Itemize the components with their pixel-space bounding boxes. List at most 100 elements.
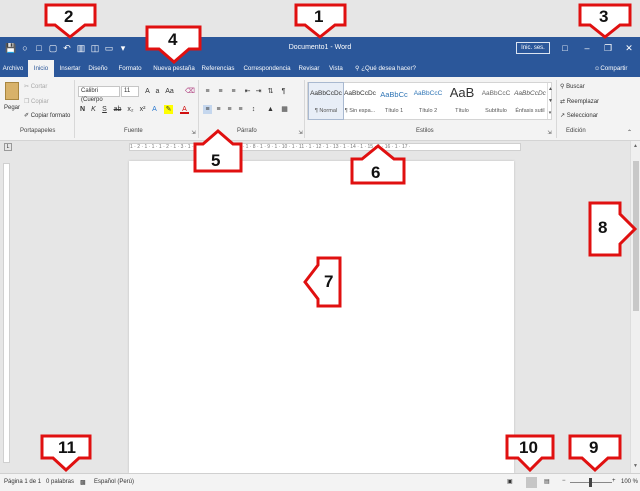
style-normal[interactable]: AaBbCcDc ¶ Normal bbox=[308, 82, 344, 120]
select-label: Seleccionar bbox=[566, 113, 599, 119]
style-preview: AaBbCcC bbox=[413, 90, 443, 97]
multilevel-list-icon[interactable]: ≡ bbox=[229, 87, 238, 96]
tell-me-box[interactable]: ⚲ ¿Qué desea hacer? bbox=[355, 60, 416, 77]
tab-insertar[interactable]: Insertar bbox=[58, 60, 82, 77]
justify-icon[interactable]: ≡ bbox=[236, 105, 245, 114]
web-layout-icon[interactable]: ▤ bbox=[544, 478, 550, 485]
paste-label[interactable]: Pegar bbox=[4, 105, 20, 111]
style-subtle-emphasis[interactable]: AaBbCcDc Énfasis sutil bbox=[513, 83, 547, 119]
scissors-icon: ✂ bbox=[24, 84, 31, 90]
ruler-scale[interactable] bbox=[3, 163, 10, 463]
tab-archivo[interactable]: Archivo bbox=[0, 60, 26, 77]
find-button[interactable]: ⚲ Buscar bbox=[560, 83, 585, 90]
proofing-icon[interactable]: ▩ bbox=[80, 479, 86, 486]
superscript-icon[interactable]: x² bbox=[138, 105, 147, 114]
zoom-out-icon[interactable]: − bbox=[562, 478, 566, 484]
tab-formato[interactable]: Formato bbox=[117, 60, 143, 77]
restore-icon[interactable]: ❐ bbox=[601, 41, 615, 55]
paragraph-group-label: Párrafo bbox=[237, 128, 257, 134]
style-preview: AaBbCcDc bbox=[514, 90, 546, 97]
print-layout-icon[interactable] bbox=[526, 477, 537, 488]
strikethrough-icon[interactable]: ab bbox=[113, 105, 122, 114]
tab-inicio[interactable]: Inicio bbox=[28, 60, 54, 77]
style-name: Subtítulo bbox=[485, 108, 507, 114]
text-effects-icon[interactable]: A bbox=[150, 105, 159, 114]
gallery-scroll-icon[interactable]: ▲ ▼ ▾ bbox=[547, 83, 553, 119]
change-case-icon[interactable]: Aa bbox=[165, 87, 174, 96]
ruler-scale[interactable]: 1 · 2 · 1 · 1 · 1 · 2 · 1 · 3 · 1 · 4 · … bbox=[129, 143, 521, 151]
style-heading-1[interactable]: AaBbCc Título 1 bbox=[377, 83, 411, 119]
tab-referencias[interactable]: Referencias bbox=[201, 60, 235, 77]
language[interactable]: Español (Perú) bbox=[94, 479, 134, 485]
style-preview: AaBbCcDc bbox=[310, 90, 342, 97]
pilcrow-icon[interactable]: ¶ bbox=[279, 87, 288, 96]
select-button[interactable]: ↗ Seleccionar bbox=[560, 112, 598, 119]
document-page[interactable] bbox=[129, 161, 514, 473]
shrink-font-icon[interactable]: a bbox=[153, 87, 162, 96]
collapse-ribbon-icon[interactable]: ⌃ bbox=[625, 129, 634, 138]
sign-in-button[interactable]: Inic. ses. bbox=[516, 42, 550, 54]
zoom-level[interactable]: 100 % bbox=[621, 479, 638, 485]
style-preview: AaBbCc bbox=[380, 90, 408, 99]
ribbon-display-icon[interactable]: □ bbox=[558, 41, 572, 55]
shading-icon[interactable]: ▲ bbox=[266, 105, 275, 114]
word-count[interactable]: 0 palabras bbox=[46, 479, 74, 485]
decrease-indent-icon[interactable]: ⇤ bbox=[243, 87, 252, 96]
callout-label-11: 11 bbox=[58, 438, 76, 457]
grow-font-icon[interactable]: A bbox=[143, 87, 152, 96]
borders-icon[interactable]: ▦ bbox=[280, 105, 289, 114]
zoom-in-icon[interactable]: + bbox=[612, 478, 616, 484]
cut-button[interactable]: ✂ Cortar bbox=[24, 83, 47, 90]
italic-icon[interactable]: K bbox=[89, 105, 98, 114]
read-mode-icon[interactable]: ▣ bbox=[507, 478, 513, 485]
align-right-icon[interactable]: ≡ bbox=[225, 105, 234, 114]
line-spacing-icon[interactable]: ↕ bbox=[249, 105, 258, 114]
scroll-down-icon[interactable]: ▼ bbox=[633, 463, 638, 469]
align-left-icon[interactable]: ≡ bbox=[203, 105, 212, 114]
tab-nueva-pestana[interactable]: Nueva pestaña bbox=[152, 60, 196, 77]
dialog-launcher-icon[interactable]: ⇲ bbox=[545, 129, 554, 138]
bold-icon[interactable]: N bbox=[78, 105, 87, 114]
zoom-slider-thumb[interactable] bbox=[589, 478, 592, 487]
align-center-icon[interactable]: ≡ bbox=[214, 105, 223, 114]
font-group-label: Fuente bbox=[124, 128, 143, 134]
highlight-icon[interactable]: ✎ bbox=[164, 105, 173, 114]
vertical-ruler bbox=[0, 153, 12, 473]
callout-arrow-11 bbox=[40, 434, 92, 473]
numbering-icon[interactable]: ≡ bbox=[216, 87, 225, 96]
share-button[interactable]: ☺Compartir bbox=[594, 60, 628, 77]
font-name-input[interactable]: Calibri (Cuerpo bbox=[78, 86, 120, 103]
tab-vista[interactable]: Vista bbox=[327, 60, 345, 77]
tab-revisar[interactable]: Revisar bbox=[297, 60, 321, 77]
callout-arrow-1 bbox=[294, 3, 347, 39]
style-no-spacing[interactable]: AaBbCcDc ¶ Sin espa... bbox=[343, 83, 377, 119]
paste-icon[interactable] bbox=[5, 82, 19, 100]
scroll-up-icon[interactable]: ▲ bbox=[633, 143, 638, 149]
underline-icon[interactable]: S bbox=[100, 105, 109, 114]
callout-arrow-9 bbox=[568, 434, 622, 473]
bullets-icon[interactable]: ≡ bbox=[203, 87, 212, 96]
font-color-icon[interactable]: A bbox=[180, 105, 189, 114]
tab-selector-icon[interactable]: L bbox=[4, 143, 12, 151]
vertical-scrollbar[interactable]: ▲ ▼ bbox=[630, 141, 640, 473]
minimize-icon[interactable]: – bbox=[580, 41, 594, 55]
style-subtitle[interactable]: AaBbCcC Subtítulo bbox=[479, 83, 513, 119]
dialog-launcher-icon[interactable]: ⇲ bbox=[189, 129, 198, 138]
style-name: Título 1 bbox=[384, 108, 404, 114]
subscript-icon[interactable]: x₂ bbox=[126, 105, 135, 114]
scroll-thumb[interactable] bbox=[633, 161, 639, 311]
copy-button[interactable]: ❐ Copiar bbox=[24, 98, 49, 105]
font-size-input[interactable]: 11 bbox=[121, 86, 139, 97]
close-icon[interactable]: ✕ bbox=[622, 41, 636, 55]
replace-button[interactable]: ⇄ Reemplazar bbox=[560, 98, 599, 105]
callout-label-9: 9 bbox=[589, 438, 599, 457]
format-painter-button[interactable]: ✐ Copiar formato bbox=[24, 112, 70, 119]
tab-correspondencia[interactable]: Correspondencia bbox=[242, 60, 292, 77]
tab-diseno[interactable]: Diseño bbox=[87, 60, 109, 77]
clear-format-icon[interactable]: ⌫ bbox=[185, 87, 195, 96]
page-count[interactable]: Página 1 de 1 bbox=[4, 479, 41, 485]
increase-indent-icon[interactable]: ⇥ bbox=[254, 87, 263, 96]
sort-icon[interactable]: ⇅ bbox=[266, 87, 275, 96]
style-heading-2[interactable]: AaBbCcC Título 2 bbox=[411, 83, 445, 119]
style-title[interactable]: AaB Título bbox=[445, 83, 479, 119]
